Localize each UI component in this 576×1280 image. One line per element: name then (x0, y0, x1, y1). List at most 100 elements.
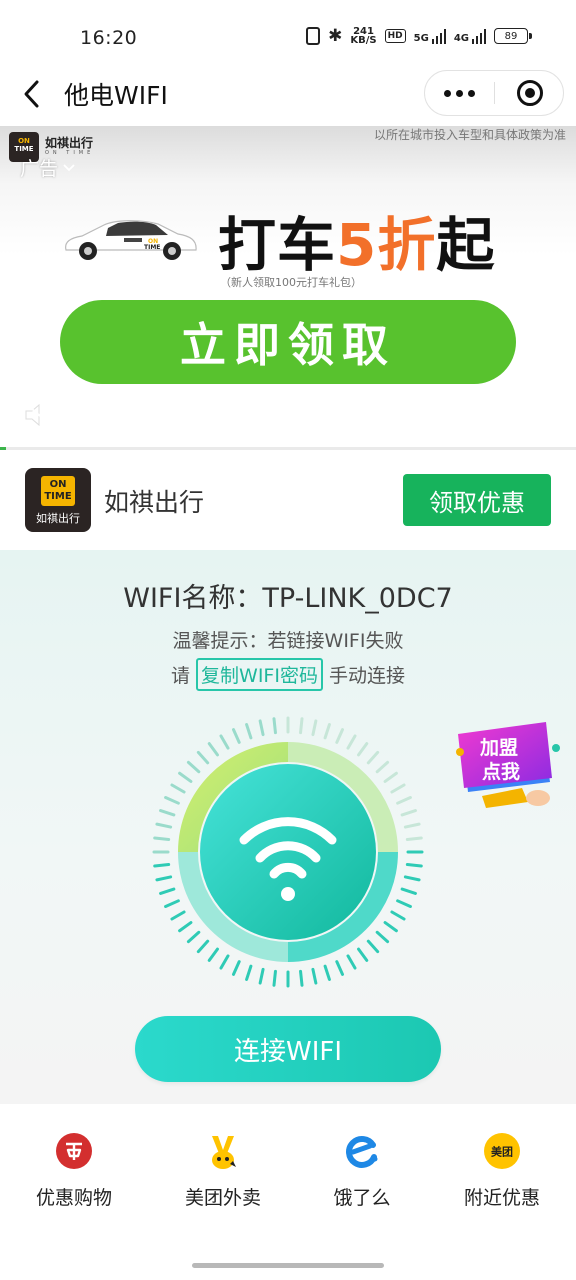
dial-tick (383, 771, 398, 783)
dial-tick (159, 887, 176, 895)
svg-text:TIME: TIME (144, 244, 160, 251)
close-mini-program-button[interactable] (496, 71, 563, 115)
ad-subline: （新人领取100元打车礼包） (220, 276, 362, 289)
more-button[interactable] (425, 71, 494, 115)
dial-tick (178, 771, 193, 783)
dial-tick (258, 719, 265, 737)
dial-tick (390, 783, 406, 794)
ad-headline: 打车5折起 (218, 211, 496, 279)
dial-core (200, 764, 376, 940)
dial-tick (231, 960, 241, 976)
dial-tick (390, 910, 406, 921)
signal-4g-icon: 4G (454, 28, 486, 44)
bluetooth-icon: ✱ (328, 26, 343, 46)
dial-tick (400, 887, 417, 895)
page-title: 他电WIFI (64, 81, 168, 110)
claim-now-button[interactable]: 立即领取 (60, 300, 516, 384)
tab-label: 优惠购物 (35, 1187, 112, 1209)
dial-tick (196, 750, 210, 765)
chevron-down-icon (63, 163, 75, 171)
nfc-icon (306, 27, 321, 45)
dial-tick (272, 717, 277, 735)
status-bar: 16:20 ✱ 241 KB/S HD 5G 4G 89 (0, 0, 576, 64)
dial-tick (357, 742, 369, 757)
dial-tick (396, 899, 412, 909)
dot-icon (444, 89, 451, 97)
dial-tick (272, 969, 277, 987)
dial-tick (231, 728, 241, 744)
dial-tick (335, 960, 345, 976)
dial-tick (366, 750, 380, 765)
dial-tick (366, 939, 380, 954)
status-time: 16:20 (80, 27, 138, 49)
dial-tick (170, 910, 186, 921)
ad-banner[interactable]: ON TIME 如祺出行 ON TIME 以所在城市投入车型和具体政策为准 广告 … (0, 126, 576, 450)
back-button[interactable] (18, 76, 48, 112)
copy-password-button[interactable]: 复制WIFI密码 (196, 658, 323, 691)
dial-tick (400, 809, 417, 817)
battery-icon: 89 (494, 28, 532, 44)
dial-tick (153, 836, 171, 841)
dot-icon (468, 89, 475, 97)
dial-tick (186, 930, 201, 944)
tab-shopping[interactable]: 优惠购物 (9, 1132, 139, 1210)
dial-tick (164, 899, 180, 909)
dial-tick (375, 930, 390, 944)
ad-disclaimer: 以所在城市投入车型和具体政策为准 (373, 128, 566, 142)
shopping-icon (56, 1133, 92, 1169)
dial-tick (186, 760, 201, 774)
dial-tick (196, 939, 210, 954)
bottom-tab-bar: 优惠购物 美团外卖 饿了么 美团 附近优惠 (0, 1104, 576, 1254)
home-indicator[interactable] (192, 1263, 384, 1268)
tab-label: 美团外卖 (184, 1187, 261, 1209)
dial-tick (311, 719, 318, 737)
mute-icon[interactable] (22, 400, 56, 430)
tab-label: 附近优惠 (463, 1187, 540, 1209)
dial-tick (258, 967, 265, 985)
dial-tick (299, 717, 304, 735)
dial-tick (245, 723, 253, 740)
dial-tick (245, 964, 253, 981)
back-arrow-icon (24, 80, 39, 108)
dial-tick (207, 947, 219, 962)
dial-tick (219, 954, 230, 970)
tab-meituan-waimai[interactable]: 美团外卖 (158, 1132, 288, 1210)
capsule-divider (494, 82, 495, 104)
advertiser-logo: ON TIME 如祺出行 (25, 468, 91, 532)
ad-brand-name: 如祺出行 (45, 136, 94, 150)
advertiser-row: ON TIME 如祺出行 如祺出行 领取优惠 (0, 450, 576, 550)
dial-tick (164, 795, 180, 805)
meituan-icon: 美团 (484, 1133, 520, 1169)
mini-program-capsule (424, 70, 564, 116)
wifi-dot (281, 887, 295, 901)
ad-label[interactable]: 广告 (20, 154, 76, 181)
wifi-dial[interactable] (148, 712, 428, 992)
get-offer-button[interactable]: 领取优惠 (403, 474, 551, 526)
dial-tick (170, 783, 186, 794)
dial-tick (178, 921, 193, 933)
dial-tick (299, 969, 304, 987)
meituan-waimai-icon (212, 1136, 236, 1169)
hand-icon (526, 790, 550, 806)
dial-tick (357, 947, 369, 962)
connect-wifi-button[interactable]: 连接WIFI (135, 1016, 441, 1082)
join-franchise-badge[interactable]: 加盟 点我 (452, 718, 564, 810)
tab-eleme[interactable]: 饿了么 (297, 1132, 427, 1210)
dial-tick (219, 734, 230, 750)
svg-text:点我: 点我 (482, 761, 520, 783)
dial-tick (346, 734, 357, 750)
dial-tick (207, 742, 219, 757)
dial-tick (335, 728, 345, 744)
tab-nearby-deals[interactable]: 美团 附近优惠 (437, 1132, 567, 1210)
dial-tick (346, 954, 357, 970)
dial-tick (403, 822, 421, 829)
hd-icon: HD (384, 29, 406, 43)
wifi-panel: WIFI名称：TP-LINK_0DC7 温馨提示：若链接WIFI失败 请 复制W… (0, 550, 576, 1104)
svg-text:加盟: 加盟 (479, 737, 518, 759)
target-icon (516, 80, 543, 106)
car-image: ON TIME (65, 220, 197, 260)
dial-tick (396, 795, 412, 805)
dial-tick (383, 921, 398, 933)
dial-tick (405, 863, 423, 868)
dial-tick (323, 964, 331, 981)
